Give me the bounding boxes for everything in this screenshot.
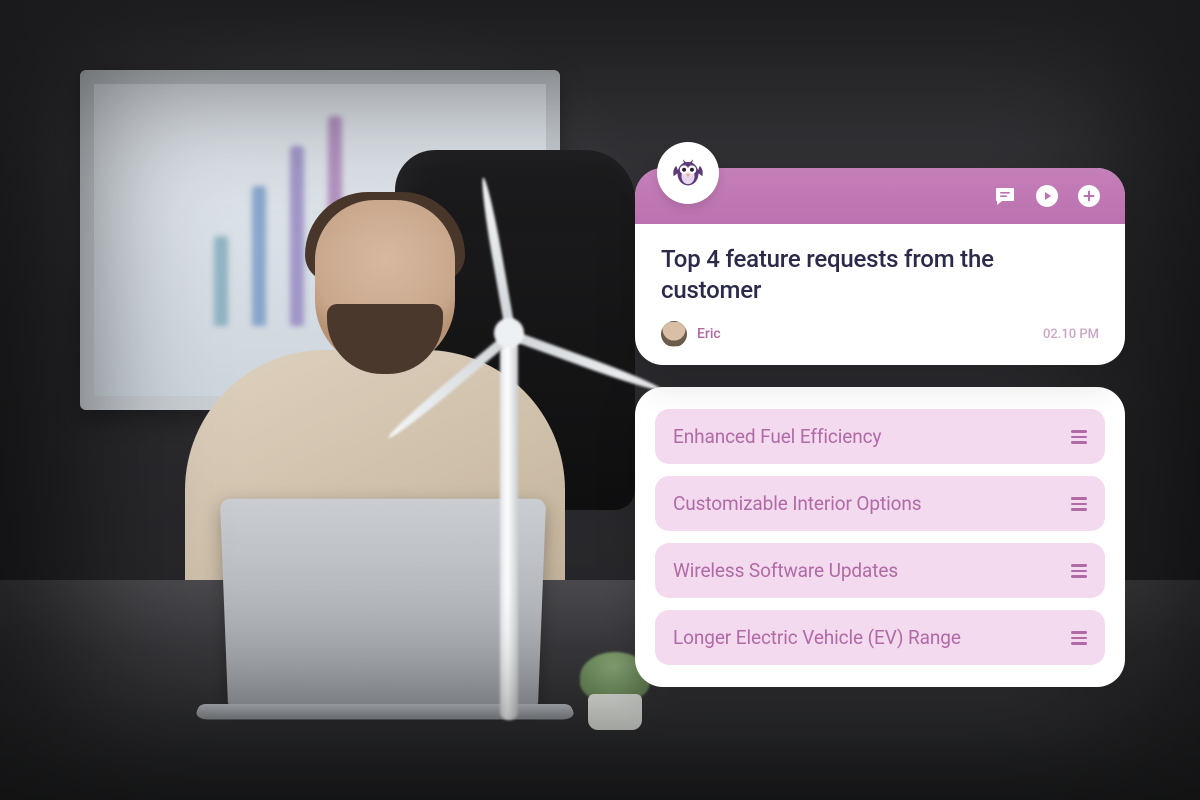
feature-label: Longer Electric Vehicle (EV) Range [673,626,961,649]
note-meta: Eric 02.10 PM [661,321,1099,347]
note-timestamp: 02.10 PM [1043,327,1099,342]
note-title: Top 4 feature requests from the customer [661,244,1099,305]
feature-item[interactable]: Customizable Interior Options [655,476,1105,531]
laptop [220,499,546,706]
owl-icon [667,150,709,196]
drag-handle-icon[interactable] [1071,564,1087,578]
feature-list-card: Enhanced Fuel Efficiency Customizable In… [635,387,1125,687]
wind-turbine [500,340,518,720]
feature-label: Wireless Software Updates [673,559,898,582]
feature-label: Enhanced Fuel Efficiency [673,425,881,448]
note-card: Top 4 feature requests from the customer… [635,168,1125,365]
avatar [661,321,687,347]
note-author[interactable]: Eric [661,321,721,347]
chat-icon[interactable] [991,182,1019,210]
feature-item[interactable]: Longer Electric Vehicle (EV) Range [655,610,1105,665]
feature-item[interactable]: Enhanced Fuel Efficiency [655,409,1105,464]
note-card-body: Top 4 feature requests from the customer… [635,224,1125,365]
feature-label: Customizable Interior Options [673,492,921,515]
plant-pot [588,694,642,730]
drag-handle-icon[interactable] [1071,631,1087,645]
feature-item[interactable]: Wireless Software Updates [655,543,1105,598]
drag-handle-icon[interactable] [1071,430,1087,444]
app-logo-badge [657,142,719,204]
drag-handle-icon[interactable] [1071,497,1087,511]
plus-icon[interactable] [1075,182,1103,210]
ui-overlay: Top 4 feature requests from the customer… [635,168,1125,687]
author-name: Eric [697,326,721,342]
play-icon[interactable] [1033,182,1061,210]
